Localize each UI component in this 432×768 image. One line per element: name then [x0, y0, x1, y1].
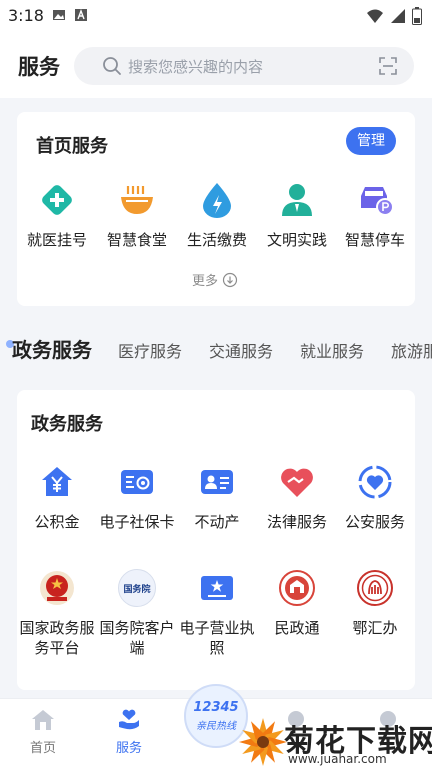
page-title: 服务: [18, 55, 60, 79]
police-badge-icon: [355, 462, 395, 502]
house-yen-icon: [37, 462, 77, 502]
gov-services-card: 政务服务 公积金 电子社保卡 不动产 法律服务 公安服务 国家政务服 务平台 国…: [17, 390, 415, 690]
notification-icons: [52, 8, 88, 22]
search-icon: [103, 57, 121, 75]
medical-cross-icon: [37, 180, 77, 220]
service-label: 公安服务: [344, 513, 405, 531]
hotline-text: 亲民热线: [196, 721, 236, 732]
nav-home-label: 首页: [29, 741, 56, 756]
tab-employment-services[interactable]: 就业服务: [300, 338, 364, 362]
service-state-council-client[interactable]: 国务院 国务院客户 端: [97, 568, 177, 658]
service-hand-heart-icon: [119, 709, 139, 730]
service-label-line1: 电子营业执: [179, 619, 255, 637]
service-life-payment[interactable]: 生活缴费: [177, 180, 257, 250]
search-input[interactable]: 搜索您感兴趣的内容: [74, 47, 414, 85]
signal-icon: [391, 9, 405, 23]
service-label: 生活缴费: [186, 231, 247, 249]
gov-services-title: 政务服务: [31, 414, 103, 435]
service-ehuiban[interactable]: 鄂汇办: [335, 568, 415, 638]
home-services-card: 首页服务 管理 就医挂号 智慧食堂 生活缴费 文明实践 智慧停车 更多: [17, 112, 415, 306]
service-label-line1: 国务院客户: [99, 619, 175, 637]
status-time: 3:18: [8, 6, 44, 25]
service-label: 民政通: [257, 618, 337, 638]
service-label: 智慧停车: [344, 231, 405, 249]
more-link[interactable]: 更多: [192, 270, 238, 289]
service-medical-registration[interactable]: 就医挂号: [17, 180, 97, 250]
service-label-line2: 务平台: [34, 639, 80, 657]
chevron-down-circle-icon: [222, 272, 238, 287]
wifi-icon: [367, 9, 383, 23]
service-social-security-card[interactable]: 电子社保卡: [97, 462, 177, 532]
home-services-title: 首页服务: [36, 136, 108, 157]
service-label-line1: 鄂汇办: [352, 619, 398, 637]
bowl-icon: [117, 180, 157, 220]
service-smart-parking[interactable]: 智慧停车: [335, 180, 415, 250]
heart-handshake-icon: [277, 462, 317, 502]
business-license-icon: [197, 568, 237, 608]
service-business-license[interactable]: 电子营业执 照: [177, 568, 257, 658]
property-card-icon: [197, 462, 237, 502]
battery-icon: [412, 7, 422, 25]
service-label: 公积金: [34, 513, 80, 531]
header: 服务 搜索您感兴趣的内容: [0, 32, 432, 98]
service-label: 电子营业执 照: [177, 618, 257, 658]
civil-affairs-emblem-icon: [277, 568, 317, 608]
status-bar: 3:18: [0, 0, 432, 32]
national-emblem-icon: [37, 568, 77, 608]
watermark-url: www.juahar.com: [288, 752, 387, 766]
scan-icon[interactable]: [378, 56, 398, 76]
chrysanthemum-logo-icon: [239, 718, 287, 766]
service-label-line2: 照: [209, 639, 225, 657]
service-public-security[interactable]: 公安服务: [335, 462, 415, 532]
state-council-icon: 国务院: [117, 568, 157, 608]
service-civil-affairs[interactable]: 民政通: [257, 568, 337, 638]
ehuiban-emblem-icon: [355, 568, 395, 608]
service-civilization-practice[interactable]: 文明实践: [257, 180, 337, 250]
service-real-estate[interactable]: 不动产: [177, 462, 257, 532]
tab-gov-services[interactable]: 政务服务: [12, 334, 92, 363]
service-label: 法律服务: [266, 513, 327, 531]
service-label-line1: 民政通: [274, 619, 320, 637]
service-label-line2: 端: [129, 639, 145, 657]
service-housing-fund[interactable]: 公积金: [17, 462, 97, 532]
service-label: 电子社保卡: [99, 513, 175, 531]
home-icon: [32, 710, 54, 730]
system-status-icons: [366, 7, 422, 25]
image-notification-icon: [53, 10, 65, 20]
water-drop-icon: [197, 180, 237, 220]
service-label: 鄂汇办: [335, 618, 415, 638]
service-label: 不动产: [194, 513, 240, 531]
person-icon: [277, 180, 317, 220]
state-council-icon-text: 国务院: [123, 584, 151, 595]
tab-traffic-services[interactable]: 交通服务: [209, 338, 273, 362]
more-label: 更多: [192, 274, 219, 289]
category-tabs: 政务服务 医疗服务 交通服务 就业服务 旅游服: [0, 332, 432, 366]
text-notification-icon: [75, 9, 87, 21]
service-label: 文明实践: [266, 231, 327, 249]
nav-service-label: 服务: [115, 741, 142, 756]
watermark: 菊花下载网 www.juahar.com: [238, 716, 432, 768]
service-legal[interactable]: 法律服务: [257, 462, 337, 532]
service-label: 智慧食堂: [106, 231, 167, 249]
service-label: 国务院客户 端: [97, 618, 177, 658]
tab-medical-services[interactable]: 医疗服务: [118, 338, 182, 362]
service-smart-canteen[interactable]: 智慧食堂: [97, 180, 177, 250]
hotline-number: 12345: [193, 700, 239, 715]
nav-service[interactable]: 服务: [99, 709, 159, 756]
tab-tourism-services[interactable]: 旅游服: [391, 338, 432, 362]
service-label: 国家政务服 务平台: [17, 618, 97, 658]
nav-home[interactable]: 首页: [13, 709, 73, 756]
parking-car-icon: [355, 180, 395, 220]
service-label-line1: 国家政务服: [19, 619, 95, 637]
search-placeholder: 搜索您感兴趣的内容: [128, 58, 264, 76]
service-national-gov-platform[interactable]: 国家政务服 务平台: [17, 568, 97, 658]
service-label: 就医挂号: [26, 231, 87, 249]
social-security-card-icon: [117, 462, 157, 502]
manage-button[interactable]: 管理: [346, 127, 396, 155]
